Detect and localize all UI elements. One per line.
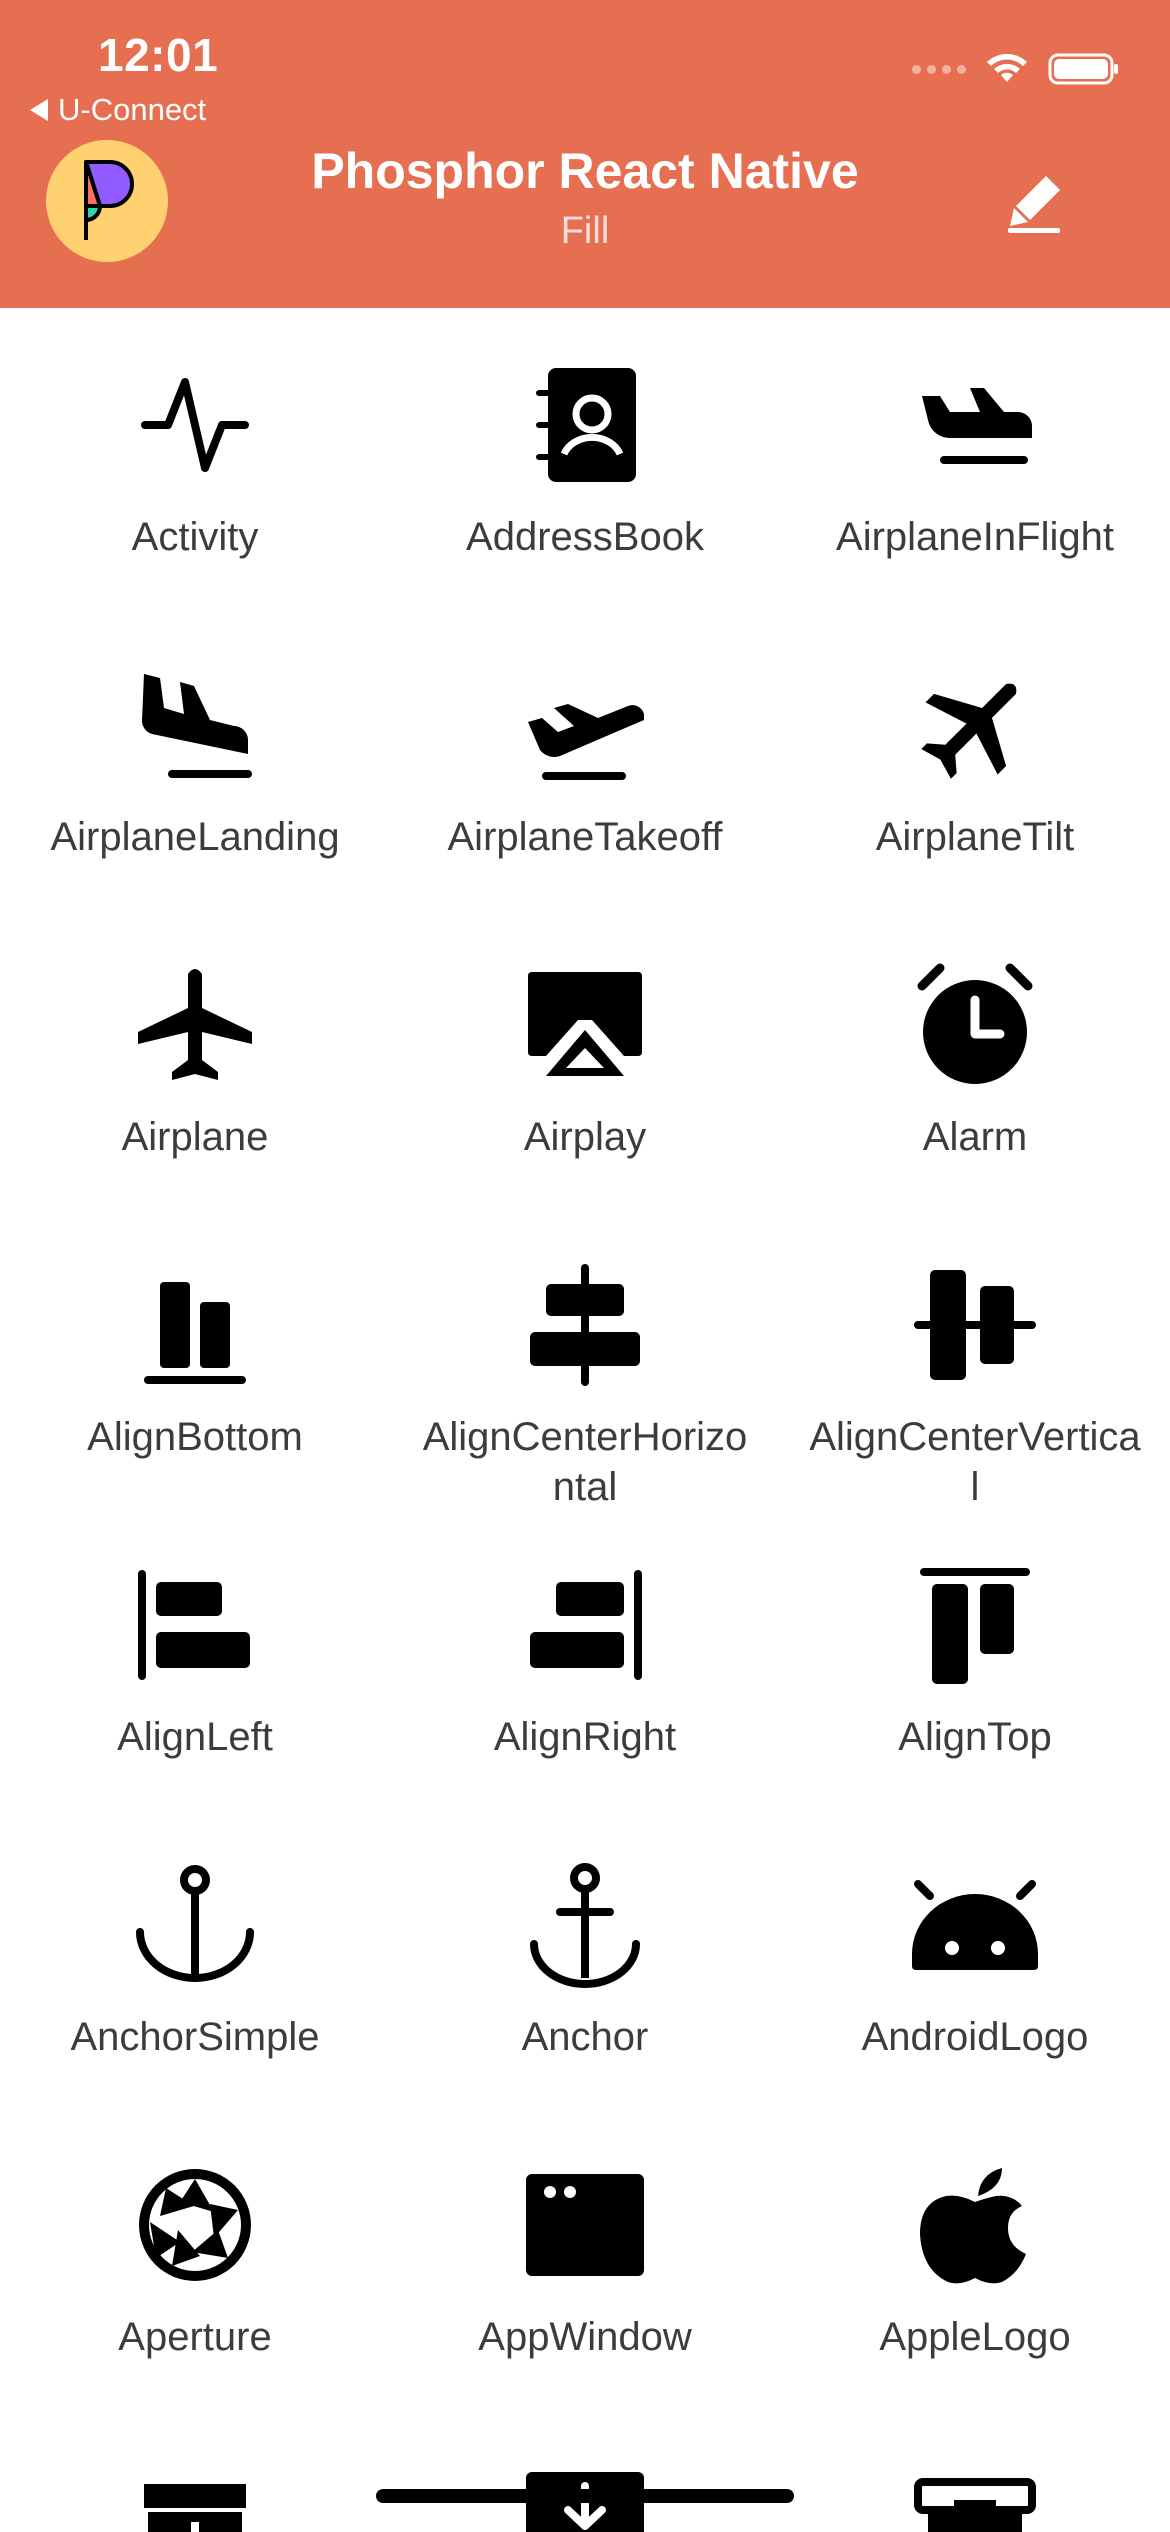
aperture-icon xyxy=(139,2169,251,2281)
icon-tile-alarm[interactable]: Alarm xyxy=(780,960,1170,1162)
icon-tile-align-left[interactable]: AlignLeft xyxy=(0,1560,390,1762)
app-header: 12:01 U-Connect Phosphor React Native Fi… xyxy=(0,0,1170,308)
battery-icon xyxy=(1048,53,1118,85)
icon-tile-partial[interactable] xyxy=(780,2460,1170,2532)
android-logo-icon xyxy=(912,1880,1038,1970)
home-indicator[interactable] xyxy=(376,2489,794,2503)
icon-label: AirplaneTakeoff xyxy=(447,815,723,859)
apple-logo-icon xyxy=(920,2168,1026,2284)
icon-tile-app-window[interactable]: AppWindow xyxy=(390,2160,780,2362)
anchor-icon xyxy=(530,1863,640,1988)
airplane-in-flight-icon xyxy=(922,388,1032,464)
align-right-icon xyxy=(530,1570,642,1680)
pencil-eraser-icon[interactable] xyxy=(1000,168,1068,236)
icon-tile-align-top[interactable]: AlignTop xyxy=(780,1560,1170,1762)
icon-label: AlignLeft xyxy=(117,1715,273,1759)
icon-label: AirplaneInFlight xyxy=(836,515,1114,559)
icon-tile-align-center-vertical[interactable]: AlignCenterVertical xyxy=(780,1260,1170,1512)
archive-icon xyxy=(914,2478,1036,2532)
address-book-icon xyxy=(536,368,636,482)
app-window-icon xyxy=(526,2174,644,2276)
icon-tile-airplane[interactable]: Airplane xyxy=(0,960,390,1162)
airplane-icon xyxy=(138,969,252,1080)
icon-tile-anchor-simple[interactable]: AnchorSimple xyxy=(0,1860,390,2062)
airplane-takeoff-icon xyxy=(528,704,644,780)
header-title-group: Phosphor React Native Fill xyxy=(0,142,1170,253)
icon-tile-airplane-takeoff[interactable]: AirplaneTakeoff xyxy=(390,660,780,862)
icon-tile-airplane-landing[interactable]: AirplaneLanding xyxy=(0,660,390,862)
airplane-tilt-icon xyxy=(921,683,1017,779)
wifi-icon xyxy=(987,54,1027,82)
cellular-signal-icon xyxy=(912,64,966,74)
status-time: 12:01 xyxy=(98,29,219,81)
icon-label: Activity xyxy=(131,515,259,559)
align-top-icon xyxy=(920,1568,1030,1684)
align-center-vertical-icon xyxy=(914,1270,1036,1380)
icon-label: AlignBottom xyxy=(87,1415,303,1459)
icon-tile-apple-logo[interactable]: AppleLogo xyxy=(780,2160,1170,2362)
icon-label: AlignCenterVertical xyxy=(809,1415,1141,1509)
icon-tile-align-bottom[interactable]: AlignBottom xyxy=(0,1260,390,1462)
icon-label: Aperture xyxy=(118,2315,272,2359)
icon-tile-partial[interactable] xyxy=(0,2460,390,2532)
alarm-icon xyxy=(917,963,1033,1084)
icon-label: Anchor xyxy=(521,2015,649,2059)
icon-label: Airplane xyxy=(121,1115,269,1159)
icon-tile-airplane-in-flight[interactable]: AirplaneInFlight xyxy=(780,360,1170,562)
status-indicators xyxy=(912,52,1120,86)
airplane-landing-icon xyxy=(141,674,252,778)
page-title: Phosphor React Native xyxy=(311,143,859,199)
icon-tile-align-center-horizontal[interactable]: AlignCenterHorizontal xyxy=(390,1260,780,1512)
airplay-icon xyxy=(528,972,642,1076)
icon-tile-activity[interactable]: Activity xyxy=(0,360,390,562)
icon-tile-anchor[interactable]: Anchor xyxy=(390,1860,780,2062)
icon-tile-android-logo[interactable]: AndroidLogo xyxy=(780,1860,1170,2062)
back-link-label: U-Connect xyxy=(58,92,207,127)
anchor-simple-icon xyxy=(136,1865,254,1982)
icon-tile-address-book[interactable]: AddressBook xyxy=(390,360,780,562)
icon-tile-airplay[interactable]: Airplay xyxy=(390,960,780,1162)
icon-tile-aperture[interactable]: Aperture xyxy=(0,2160,390,2362)
icon-label: AddressBook xyxy=(466,515,704,559)
icon-label: Airplay xyxy=(523,1115,647,1159)
activity-icon xyxy=(141,378,249,472)
icon-label: AlignCenterHorizontal xyxy=(422,1415,748,1509)
icon-label: AirplaneTilt xyxy=(875,815,1075,859)
icon-label: AnchorSimple xyxy=(70,2015,320,2059)
icon-tile-align-right[interactable]: AlignRight xyxy=(390,1560,780,1762)
icon-label: AppleLogo xyxy=(879,2315,1071,2359)
align-left-icon xyxy=(138,1570,250,1680)
archive-box-icon xyxy=(144,2484,246,2532)
icon-label: AlignTop xyxy=(898,1715,1052,1759)
icon-label: AndroidLogo xyxy=(861,2015,1089,2059)
back-arrow-icon xyxy=(30,99,48,121)
icon-tile-airplane-tilt[interactable]: AirplaneTilt xyxy=(780,660,1170,862)
align-center-horizontal-icon xyxy=(530,1264,640,1386)
icon-label: AlignRight xyxy=(493,1715,677,1759)
align-bottom-icon xyxy=(144,1282,246,1384)
icon-label: Alarm xyxy=(922,1115,1028,1159)
icon-label: AirplaneLanding xyxy=(50,815,340,859)
weight-subtitle[interactable]: Fill xyxy=(0,210,1170,253)
back-to-app-link[interactable]: U-Connect xyxy=(30,92,206,128)
icon-label: AppWindow xyxy=(478,2315,692,2359)
